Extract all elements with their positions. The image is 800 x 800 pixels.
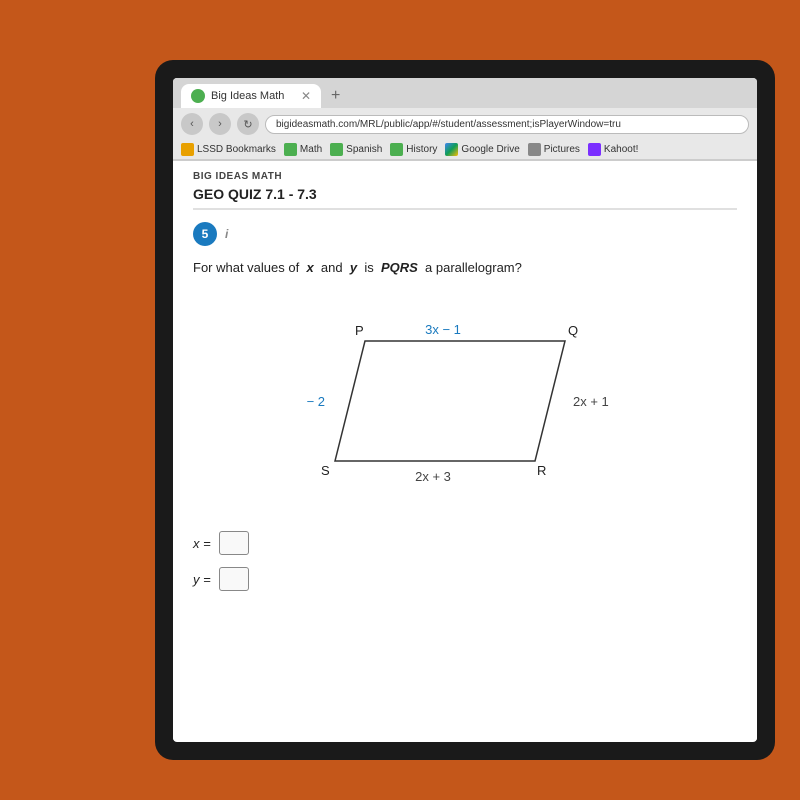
bookmark-lssd-icon [181, 143, 194, 156]
bookmark-history-icon [390, 143, 403, 156]
vertex-p-label: P [355, 323, 364, 338]
answer-x-box[interactable] [219, 531, 249, 555]
page-content: BIG IDEAS MATH GEO QUIZ 7.1 - 7.3 5 i Fo… [173, 161, 757, 740]
reload-button[interactable]: ↻ [237, 113, 259, 135]
bookmark-math-label: Math [300, 144, 322, 155]
answer-x-label: x = [193, 536, 211, 551]
vertex-q-label: Q [568, 323, 578, 338]
bookmark-pictures[interactable]: Pictures [528, 143, 580, 156]
device-frame: Big Ideas Math ✕ + ‹ › ↻ bigideasmath.co… [155, 60, 775, 760]
browser-chrome: Big Ideas Math ✕ + ‹ › ↻ bigideasmath.co… [173, 78, 757, 161]
answer-y-label: y = [193, 572, 211, 587]
question-text: For what values of x and y is PQRS a par… [193, 260, 737, 275]
bookmark-drive-label: Google Drive [461, 144, 519, 155]
var-x: x [306, 260, 313, 275]
bookmark-lssd[interactable]: LSSD Bookmarks [181, 143, 276, 156]
question-header: 5 i [193, 222, 737, 246]
address-bar-row: ‹ › ↻ bigideasmath.com/MRL/public/app/#/… [173, 108, 757, 140]
vertex-r-label: R [537, 463, 546, 478]
info-icon: i [225, 227, 228, 241]
parallelogram-diagram: P Q R S 3x − 1 2x + 1 2x + 3 y − 2 [305, 291, 625, 511]
bookmark-kahoot[interactable]: Kahoot! [588, 143, 638, 156]
site-header: BIG IDEAS MATH [193, 171, 737, 182]
answer-y-box[interactable] [219, 567, 249, 591]
bookmark-lssd-label: LSSD Bookmarks [197, 144, 276, 155]
bookmark-kahoot-label: Kahoot! [604, 144, 638, 155]
forward-button[interactable]: › [209, 113, 231, 135]
answer-y-row: y = [193, 567, 737, 591]
new-tab-button[interactable]: + [325, 87, 346, 105]
question-end: a parallelogram? [425, 260, 522, 275]
question-mid: and [321, 260, 343, 275]
answer-x-row: x = [193, 531, 737, 555]
back-button[interactable]: ‹ [181, 113, 203, 135]
shape-name: PQRS [381, 260, 418, 275]
bookmark-spanish[interactable]: Spanish [330, 143, 382, 156]
address-bar[interactable]: bigideasmath.com/MRL/public/app/#/studen… [265, 115, 749, 134]
quiz-title: GEO QUIZ 7.1 - 7.3 [193, 186, 737, 210]
bookmark-pictures-icon [528, 143, 541, 156]
bottom-edge-label: 2x + 3 [415, 469, 451, 484]
diagram-svg: P Q R S 3x − 1 2x + 1 2x + 3 y − 2 [305, 291, 625, 511]
bookmarks-bar: LSSD Bookmarks Math Spanish History Goog… [173, 140, 757, 160]
vertex-s-label: S [321, 463, 330, 478]
bookmark-pictures-label: Pictures [544, 144, 580, 155]
top-edge-label: 3x − 1 [425, 322, 461, 337]
right-edge-label: 2x + 1 [573, 394, 609, 409]
tab-label: Big Ideas Math [211, 90, 295, 102]
question-number: 5 [193, 222, 217, 246]
browser-screen: Big Ideas Math ✕ + ‹ › ↻ bigideasmath.co… [173, 78, 757, 742]
tab-favicon [191, 89, 205, 103]
bookmark-history-label: History [406, 144, 437, 155]
bookmark-math-icon [284, 143, 297, 156]
bookmark-drive[interactable]: Google Drive [445, 143, 519, 156]
bookmark-spanish-label: Spanish [346, 144, 382, 155]
tab-bar: Big Ideas Math ✕ + [173, 78, 757, 108]
tab-close-button[interactable]: ✕ [301, 89, 311, 103]
bookmark-history[interactable]: History [390, 143, 437, 156]
question-prefix: For what values of [193, 260, 299, 275]
bookmark-drive-icon [445, 143, 458, 156]
bookmark-spanish-icon [330, 143, 343, 156]
var-y: y [350, 260, 357, 275]
left-edge-label: y − 2 [305, 394, 325, 409]
bookmark-math[interactable]: Math [284, 143, 322, 156]
question-suffix: is [364, 260, 373, 275]
active-tab[interactable]: Big Ideas Math ✕ [181, 84, 321, 108]
bookmark-kahoot-icon [588, 143, 601, 156]
